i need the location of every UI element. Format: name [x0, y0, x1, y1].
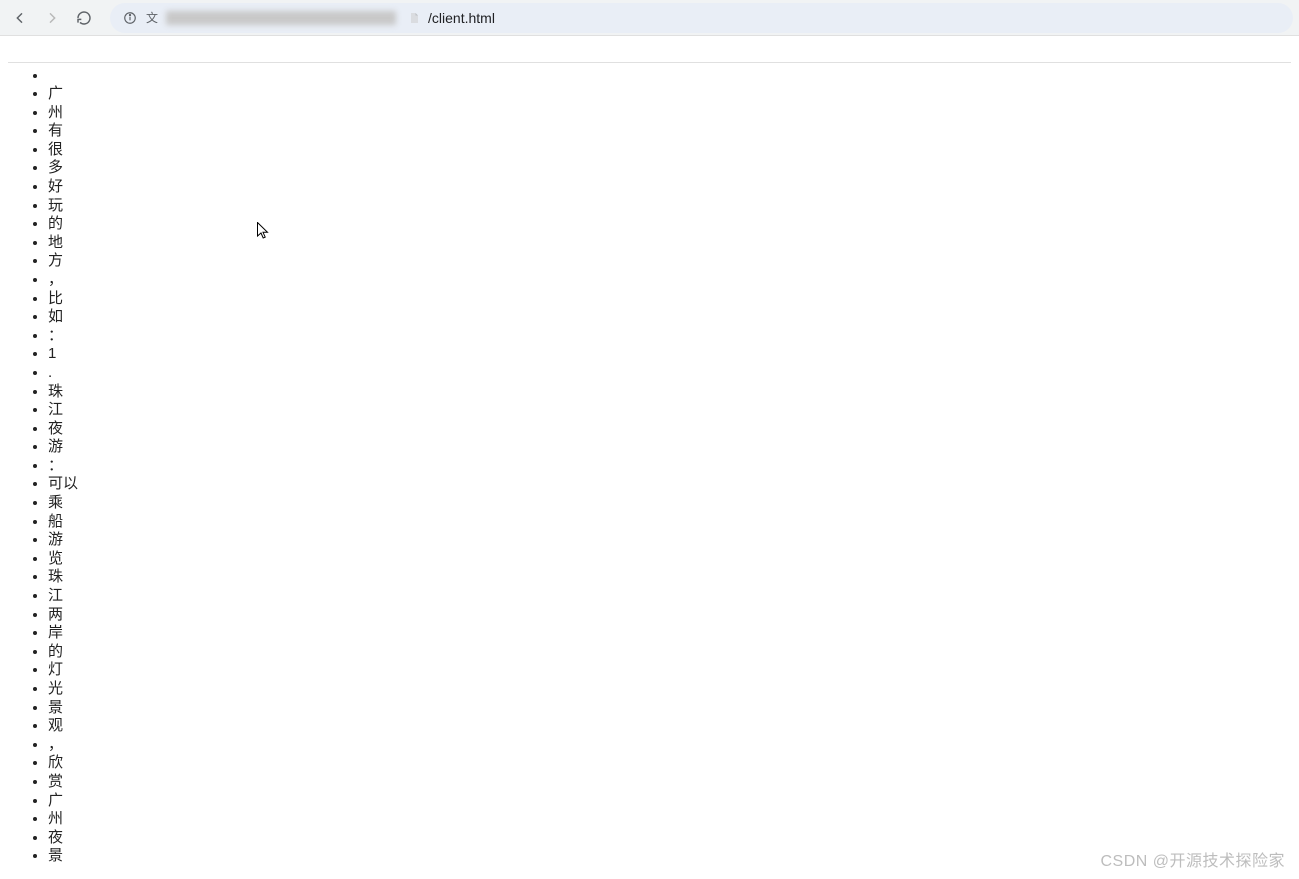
list-item: 州: [48, 810, 1291, 829]
list-item: 方: [48, 252, 1291, 271]
list-item: 的: [48, 215, 1291, 234]
list-item: 乘: [48, 494, 1291, 513]
info-icon: [122, 10, 138, 26]
list-item: 景: [48, 847, 1291, 866]
list-item: 地: [48, 234, 1291, 253]
list-item: [48, 67, 1291, 85]
content-list: 广州有很多好玩的地方，比如：1.珠江夜游：可以乘船游览珠江两岸的灯光景观，欣赏广…: [8, 67, 1291, 866]
arrow-right-icon: [44, 10, 60, 26]
list-item: 玩: [48, 197, 1291, 216]
list-item: 州: [48, 104, 1291, 123]
list-item: .: [48, 364, 1291, 383]
list-item: 有: [48, 122, 1291, 141]
list-item: ，: [48, 736, 1291, 755]
list-item: 多: [48, 159, 1291, 178]
list-item: 览: [48, 550, 1291, 569]
list-item: 欣: [48, 754, 1291, 773]
url-prefix-label: 文: [146, 9, 158, 26]
list-item: 两: [48, 606, 1291, 625]
list-item: ：: [48, 327, 1291, 346]
arrow-left-icon: [12, 10, 28, 26]
file-icon: [408, 11, 420, 25]
list-item: 很: [48, 141, 1291, 160]
address-bar[interactable]: 文 /client.html: [110, 3, 1293, 33]
list-item: 江: [48, 587, 1291, 606]
url-text: /client.html: [428, 10, 495, 26]
list-item: 景: [48, 699, 1291, 718]
list-item: 光: [48, 680, 1291, 699]
reload-icon: [76, 10, 92, 26]
list-item: 可以: [48, 475, 1291, 494]
list-item: 岸: [48, 624, 1291, 643]
list-item: 观: [48, 717, 1291, 736]
list-item: 船: [48, 513, 1291, 532]
list-item: 比: [48, 290, 1291, 309]
list-item: ：: [48, 457, 1291, 476]
list-item: 如: [48, 308, 1291, 327]
list-item: 1: [48, 345, 1291, 364]
divider: [8, 62, 1291, 63]
list-item: 广: [48, 792, 1291, 811]
list-item: 珠: [48, 383, 1291, 402]
back-button[interactable]: [6, 4, 34, 32]
browser-toolbar: 文 /client.html: [0, 0, 1299, 36]
page-content: 广州有很多好玩的地方，比如：1.珠江夜游：可以乘船游览珠江两岸的灯光景观，欣赏广…: [0, 36, 1299, 879]
list-item: 广: [48, 85, 1291, 104]
list-item: 珠: [48, 568, 1291, 587]
list-item: 的: [48, 643, 1291, 662]
list-item: 夜: [48, 420, 1291, 439]
forward-button: [38, 4, 66, 32]
list-item: 游: [48, 438, 1291, 457]
list-item: 江: [48, 401, 1291, 420]
list-item: ，: [48, 271, 1291, 290]
url-blurred-segment: [166, 11, 396, 25]
list-item: 赏: [48, 773, 1291, 792]
list-item: 夜: [48, 829, 1291, 848]
list-item: 游: [48, 531, 1291, 550]
list-item: 灯: [48, 661, 1291, 680]
list-item: 好: [48, 178, 1291, 197]
reload-button[interactable]: [70, 4, 98, 32]
